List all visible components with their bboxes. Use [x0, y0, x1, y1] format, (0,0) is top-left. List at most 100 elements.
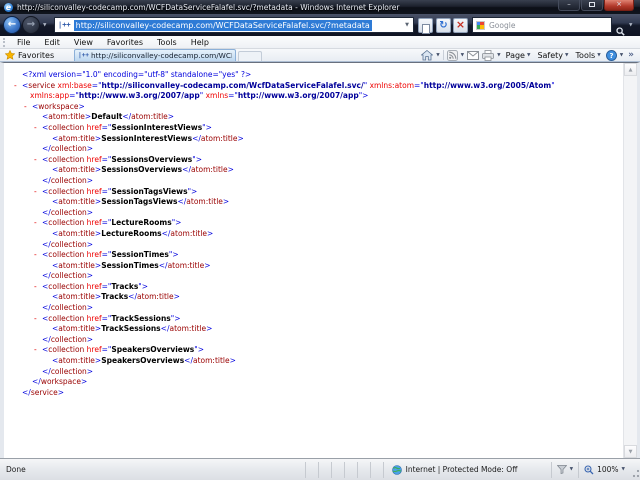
menu-item-view[interactable]: View	[67, 36, 100, 49]
collapse-toggle[interactable]: -	[14, 81, 22, 92]
print-icon[interactable]	[482, 49, 495, 61]
security-zone-indicator[interactable]: Internet | Protected Mode: Off	[382, 461, 551, 478]
collapse-toggle[interactable]: -	[34, 187, 42, 198]
close-button[interactable]: ×	[604, 0, 634, 11]
vertical-scrollbar[interactable]: ▲ ▼	[623, 63, 637, 458]
collapse-toggle[interactable]: -	[34, 282, 42, 293]
google-icon	[476, 20, 485, 30]
menu-item-favorites[interactable]: Favorites	[100, 36, 150, 49]
xml-token: TrackSessions	[111, 313, 171, 323]
home-icon[interactable]	[421, 49, 434, 61]
home-dropdown-icon[interactable]: ▼	[436, 53, 439, 58]
xml-line: <?xml version="1.0" encoding="utf-8" sta…	[4, 70, 637, 81]
xml-token: ="	[91, 80, 102, 90]
collapse-toggle[interactable]: -	[34, 123, 42, 134]
star-icon	[5, 50, 15, 60]
compatibility-view-button[interactable]	[418, 18, 433, 34]
xml-token: </	[42, 207, 51, 217]
collapse-toggle[interactable]: -	[34, 345, 42, 356]
collapse-toggle[interactable]: -	[34, 314, 42, 325]
maximize-button[interactable]	[581, 0, 603, 11]
address-text-selected[interactable]: http://siliconvalley-codecamp.com/WCFDat…	[73, 19, 372, 31]
xml-line: <atom:title>SessionTimes</atom:title>	[4, 261, 637, 272]
favorites-button[interactable]: Favorites	[0, 50, 60, 60]
xml-token: atom:title	[136, 292, 174, 302]
xml-line: <atom:title>TrackSessions</atom:title>	[4, 324, 637, 335]
new-tab-button[interactable]	[238, 51, 263, 61]
refresh-button[interactable]: ↻	[436, 18, 451, 33]
xml-token: ">	[171, 218, 182, 228]
xml-token: >	[80, 377, 88, 387]
xml-token: http://www.w3.org/2007/app	[78, 91, 200, 101]
scroll-up-button[interactable]: ▲	[624, 63, 637, 76]
xml-token: >	[222, 197, 230, 207]
read-mail-icon[interactable]	[467, 50, 480, 60]
menu-item-edit[interactable]: Edit	[37, 36, 67, 49]
status-cell	[304, 461, 318, 478]
xml-token: atom:title	[58, 324, 95, 334]
collapse-toggle[interactable]: -	[34, 155, 42, 166]
xml-token: collection	[50, 366, 87, 376]
menu-item-tools[interactable]: Tools	[150, 36, 184, 49]
xml-token: atom:title	[58, 228, 95, 238]
forward-button[interactable]: →	[22, 16, 40, 34]
xml-token: ="	[414, 80, 424, 90]
xml-token: >	[206, 324, 213, 334]
zoom-control[interactable]: 100% ▼	[578, 461, 630, 478]
xml-tree: <?xml version="1.0" encoding="utf-8" sta…	[4, 63, 637, 398]
xml-token: </	[184, 356, 193, 366]
minimize-button[interactable]: –	[558, 0, 580, 11]
feed-icon[interactable]	[446, 49, 458, 61]
xml-line: </workspace>	[4, 377, 637, 388]
address-dropdown-icon[interactable]: ▼	[401, 22, 413, 28]
status-text: Done	[6, 465, 26, 474]
menu-item-help[interactable]: Help	[184, 36, 216, 49]
search-box[interactable]: Google	[472, 17, 612, 33]
safety-menu-button[interactable]: Safety ▼	[535, 51, 570, 60]
xml-line: <atom:title>SessionTagsViews</atom:title…	[4, 197, 637, 208]
inprivate-filter-button[interactable]: ▼	[550, 461, 578, 478]
xml-token: ="	[101, 218, 112, 228]
print-dropdown-icon[interactable]: ▼	[497, 53, 500, 58]
address-bar[interactable]: |++ http://siliconvalley-codecamp.com/WC…	[54, 17, 414, 33]
stop-button[interactable]: ×	[453, 18, 468, 33]
menu-item-file[interactable]: File	[10, 36, 37, 49]
xml-token: xmlns	[205, 91, 229, 101]
scroll-down-button[interactable]: ▼	[624, 445, 637, 458]
xml-token: </	[42, 239, 51, 249]
search-dropdown-icon[interactable]: ▼	[629, 23, 632, 28]
xml-token: collection	[48, 122, 85, 132]
xml-token: atom:title	[200, 133, 238, 143]
back-button[interactable]: ←	[3, 16, 21, 34]
xml-token: SessionsOverviews	[111, 154, 193, 164]
xml-line: <atom:title>SpeakersOverviews</atom:titl…	[4, 356, 637, 367]
xml-token: </	[42, 366, 51, 376]
xml-token: </	[182, 165, 191, 175]
page-menu-button[interactable]: Page ▼	[504, 51, 533, 60]
resize-grip[interactable]	[630, 461, 640, 478]
xml-token: href	[84, 281, 102, 291]
xml-line: </collection>	[4, 271, 637, 282]
search-placeholder: Google	[489, 20, 516, 30]
overflow-chevron-icon[interactable]: »	[626, 50, 636, 60]
chevron-down-icon: ▼	[597, 52, 601, 58]
xml-token: atom:title	[167, 260, 205, 270]
feed-dropdown-icon[interactable]: ▼	[461, 53, 464, 58]
xml-token: atom:title	[169, 324, 207, 334]
maximize-icon	[589, 2, 595, 7]
help-icon[interactable]: ?	[605, 49, 617, 61]
xml-token: atom:title	[58, 356, 95, 366]
recent-pages-dropdown[interactable]: ▼	[43, 23, 46, 28]
xml-token: collection	[48, 250, 85, 260]
xml-token: atom:title	[58, 165, 95, 175]
collapse-toggle[interactable]: -	[24, 102, 32, 113]
collapse-toggle[interactable]: -	[34, 218, 42, 229]
xml-token: >	[86, 144, 94, 154]
collapse-toggle[interactable]: -	[34, 250, 42, 261]
tab-active[interactable]: |++ http://siliconvalley-codecamp.com/WC…	[74, 49, 237, 61]
menu-grip-handle[interactable]	[3, 37, 6, 47]
help-dropdown-icon[interactable]: ▼	[620, 53, 623, 58]
tools-menu-button[interactable]: Tools ▼	[574, 51, 603, 60]
xml-token: </	[192, 133, 201, 143]
page-content: <?xml version="1.0" encoding="utf-8" sta…	[0, 62, 640, 458]
